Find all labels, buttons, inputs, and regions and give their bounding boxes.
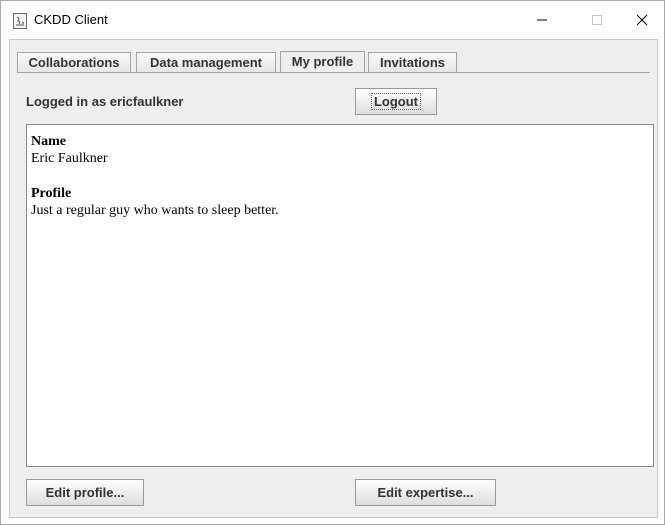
tab-invitations[interactable]: Invitations: [368, 52, 457, 72]
edit-expertise-button[interactable]: Edit expertise...: [355, 479, 496, 506]
tab-collaborations[interactable]: Collaborations: [17, 52, 131, 72]
close-button[interactable]: [619, 1, 665, 39]
tab-my-profile[interactable]: My profile: [280, 51, 365, 73]
maximize-icon: [592, 15, 602, 25]
main-panel: Collaborations Data management My profil…: [9, 39, 658, 518]
profile-heading: Profile: [31, 186, 72, 201]
tab-divider: [17, 72, 650, 73]
title-bar[interactable]: CKDD Client: [1, 1, 664, 39]
name-value: Eric Faulkner: [31, 151, 108, 166]
name-heading: Name: [31, 134, 66, 149]
maximize-button[interactable]: [574, 1, 620, 39]
logout-button-label: Logout: [370, 93, 422, 110]
profile-value: Just a regular guy who wants to sleep be…: [31, 203, 279, 218]
tab-data-management[interactable]: Data management: [136, 52, 276, 72]
window-title: CKDD Client: [34, 12, 108, 27]
logout-button[interactable]: Logout: [355, 88, 437, 115]
java-app-icon: [13, 13, 27, 29]
edit-profile-button[interactable]: Edit profile...: [26, 479, 144, 506]
close-icon: [636, 14, 648, 26]
logged-in-label: Logged in as ericfaulkner: [26, 94, 184, 109]
profile-display[interactable]: Name Eric Faulkner Profile Just a regula…: [26, 124, 654, 467]
app-window: CKDD Client Collaborations Data manageme…: [0, 0, 665, 525]
minimize-button[interactable]: [519, 1, 565, 39]
minimize-icon: [537, 19, 547, 21]
